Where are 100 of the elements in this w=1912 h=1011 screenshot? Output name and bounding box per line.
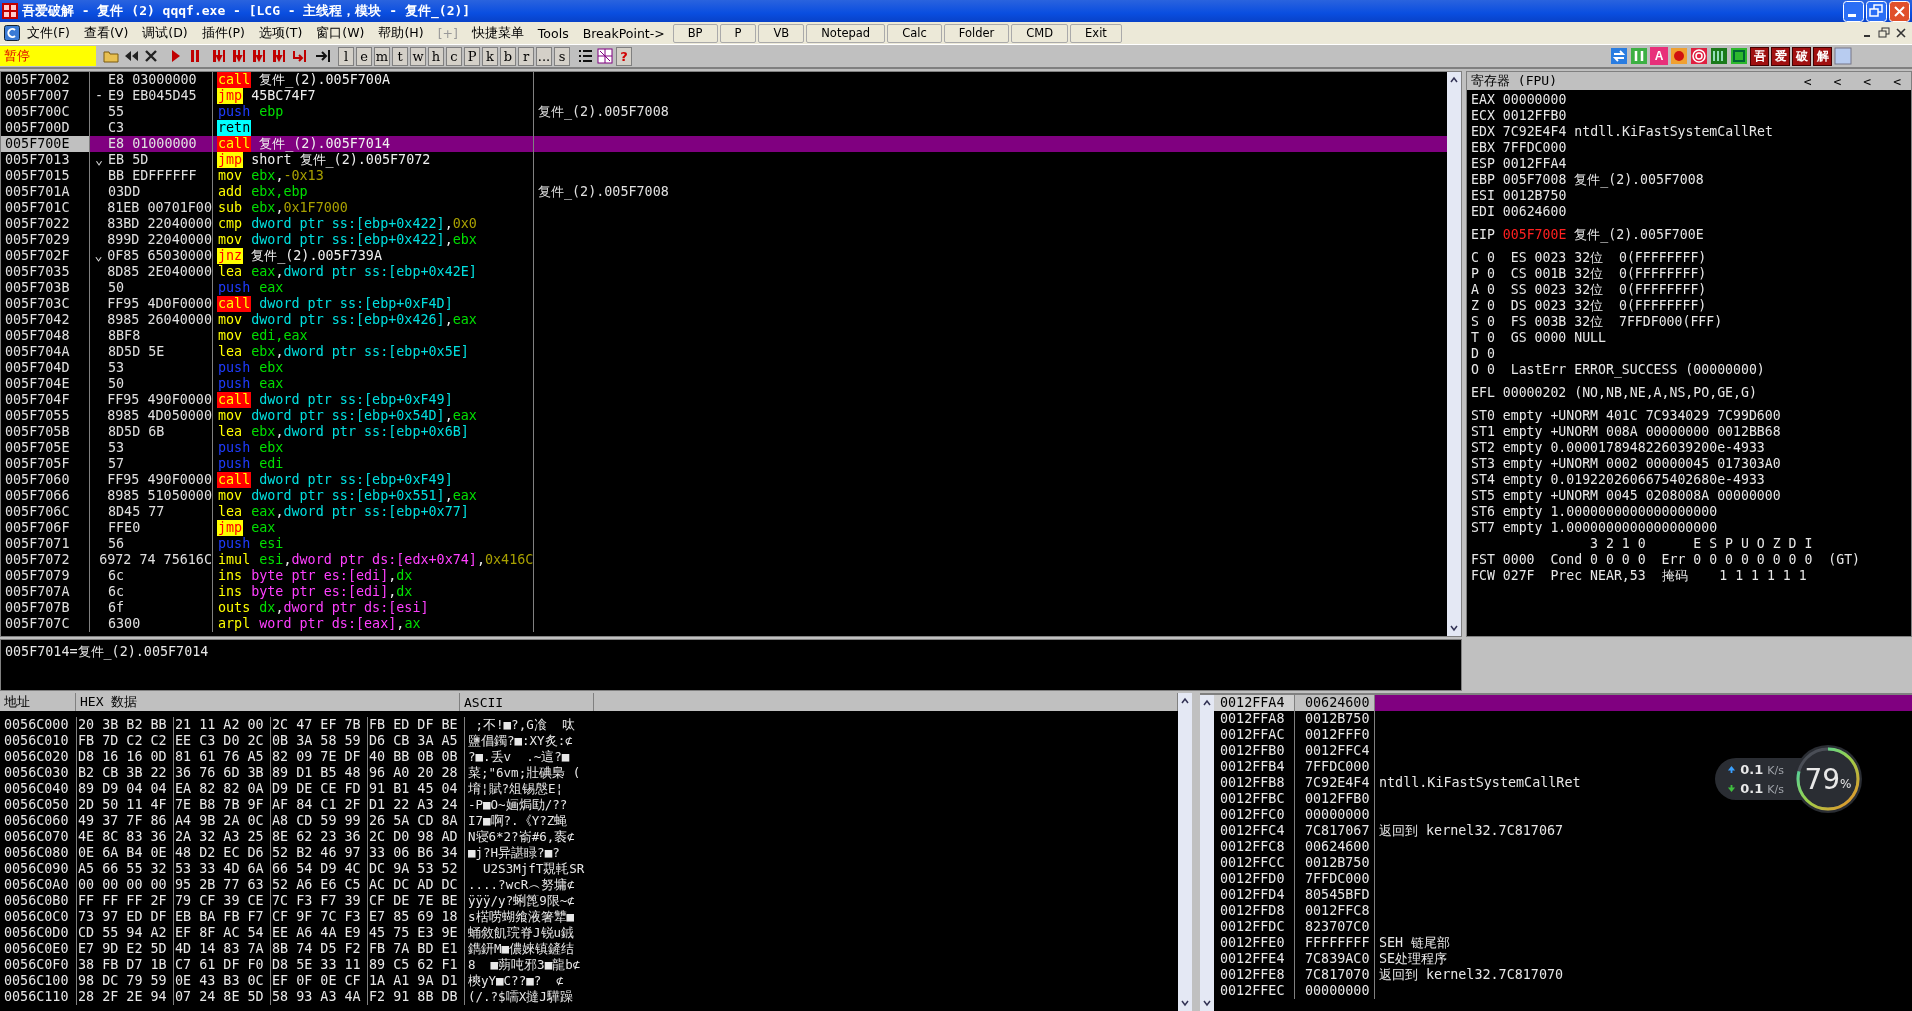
header-button[interactable]: <: [1829, 73, 1846, 89]
disassembly-row[interactable]: 005F7007 - E9 EB045D45 jmp 45BC74F7: [1, 88, 1447, 104]
register-value[interactable]: 0012B750: [1502, 188, 1567, 204]
disassembly-row[interactable]: 005F707A 6c ins byte ptr es:[edi],dx: [1, 584, 1447, 600]
menu-item[interactable]: 窗口(W): [309, 24, 372, 42]
disassembly-row[interactable]: 005F705B 8D5D 6B lea ebx,dword ptr ss:[ebp+0x6B]: [1, 424, 1447, 440]
stack-row[interactable]: 0012FFEC 00000000: [1214, 983, 1614, 999]
restore-icon[interactable]: [1866, 0, 1887, 22]
disassembly-row[interactable]: 005F7079 6c ins byte ptr es:[edi],dx: [1, 568, 1447, 584]
stack-row[interactable]: 0012FFDC 823707C0: [1214, 919, 1614, 935]
scrollbar[interactable]: [1200, 695, 1214, 1011]
toolbar-button[interactable]: k: [482, 46, 498, 66]
toolbar-button[interactable]: m: [374, 46, 390, 66]
toolbar-button[interactable]: l: [338, 46, 354, 66]
menu-item[interactable]: 选项(T): [251, 24, 310, 42]
register-value[interactable]: 7C92E4F4: [1502, 124, 1567, 140]
stack-row[interactable]: 0012FFC8 00624600: [1214, 839, 1614, 855]
register-value[interactable]: 00000000: [1502, 92, 1567, 108]
step-out-icon[interactable]: [290, 47, 308, 65]
toolbar-button[interactable]: b: [500, 46, 516, 66]
toolbar-button[interactable]: Calc: [887, 23, 942, 43]
toolbar-button[interactable]: h: [428, 46, 444, 66]
step-icon[interactable]: [250, 47, 268, 65]
disassembly-row[interactable]: 005F7015 BB EDFFFFFF mov ebx,-0x13: [1, 168, 1447, 184]
toolbar-button[interactable]: r: [518, 46, 534, 66]
disassembly-row[interactable]: 005F7060 FF95 490F0000 call dword ptr ss:[ebp+0xF49]: [1, 472, 1447, 488]
stack-row[interactable]: 0012FFE4 7C839AC0 SE处理程序: [1214, 951, 1614, 967]
stack-row[interactable]: 0012FFD0 7FFDC000: [1214, 871, 1614, 887]
toolbar-button[interactable]: Exit: [1070, 23, 1122, 43]
stack-row[interactable]: 0012FFCC 0012B750: [1214, 855, 1614, 871]
menu-item[interactable]: 快捷菜单: [464, 24, 531, 42]
disassembly-row[interactable]: 005F704D 53 push ebx: [1, 360, 1447, 376]
disassembly-row[interactable]: 005F701C 81EB 00701F00 sub ebx,0x1F7000: [1, 200, 1447, 216]
stack-row[interactable]: 0012FFC0 00000000: [1214, 807, 1614, 823]
step-icon[interactable]: [270, 47, 288, 65]
column-header[interactable]: HEX 数据: [76, 693, 460, 711]
disassembly-row[interactable]: 005F7042 8985 26040000 mov dword ptr ss:[ebp+0x426],eax: [1, 312, 1447, 328]
toolbar-button[interactable]: t: [392, 46, 408, 66]
disassembly-row[interactable]: 005F704F FF95 490F0000 call dword ptr ss:[ebp+0xF49]: [1, 392, 1447, 408]
stack-row[interactable]: 0012FFB0 0012FFC4: [1214, 743, 1614, 759]
disassembly-row[interactable]: 005F7013 ⌄ EB 5D jmp short 复件_(2).005F7072: [1, 152, 1447, 168]
help-button[interactable]: ?: [616, 46, 632, 66]
toolbar-button[interactable]: CMD: [1011, 23, 1069, 43]
stack-row[interactable]: 0012FFB4 7FFDC000: [1214, 759, 1614, 775]
toolbar-button[interactable]: 吾: [1750, 46, 1769, 66]
toolbar-button[interactable]: ...: [536, 46, 552, 66]
disassembly-row[interactable]: 005F704A 8D5D 5E lea ebx,dword ptr ss:[ebp+0x5E]: [1, 344, 1447, 360]
app-menu-icon[interactable]: [4, 25, 20, 41]
stack-row[interactable]: 0012FFB8 7C92E4F4 ntdll.KiFastSystemCallRet: [1214, 775, 1614, 791]
register-value[interactable]: 7FFDC000: [1502, 140, 1567, 156]
scrollbar[interactable]: [1178, 693, 1192, 1011]
menu-item[interactable]: Tools: [530, 25, 576, 41]
disassembly-row[interactable]: 005F7048 8BF8 mov edi,eax: [1, 328, 1447, 344]
disassembly-row[interactable]: 005F707C 6300 arpl word ptr ds:[eax],ax: [1, 616, 1447, 632]
toolbar-button[interactable]: w: [410, 46, 426, 66]
disassembly-row[interactable]: 005F700E E8 01000000 call 复件_(2).005F7014: [1, 136, 1447, 152]
toolbar-button[interactable]: BP: [672, 23, 718, 43]
column-header[interactable]: 地址: [0, 693, 76, 711]
disassembly-row[interactable]: 005F7022 83BD 22040000 cmp dword ptr ss:[ebp+0x422],0x0: [1, 216, 1447, 232]
toolbar-button[interactable]: c: [446, 46, 462, 66]
window-icon[interactable]: [1730, 47, 1748, 65]
menu-item[interactable]: 调试(D): [135, 24, 195, 42]
minimize-icon[interactable]: [1843, 0, 1864, 22]
stack-row[interactable]: 0012FFC4 7C817067 返回到 kernel32.7C817067: [1214, 823, 1614, 839]
stack-row[interactable]: 0012FFA8 0012B750: [1214, 711, 1614, 727]
disassembly-row[interactable]: 005F7035 8D85 2E040000 lea eax,dword ptr ss:[ebp+0x42E]: [1, 264, 1447, 280]
grid-icon[interactable]: [596, 47, 614, 65]
stack-row[interactable]: 0012FFBC 0012FFB0: [1214, 791, 1614, 807]
menu-item[interactable]: 文件(F): [20, 24, 77, 42]
header-button[interactable]: <: [1889, 73, 1905, 89]
header-button[interactable]: <: [1799, 73, 1816, 89]
menu-item[interactable]: 帮助(H): [371, 24, 431, 42]
toolbar-button[interactable]: Notepad: [806, 23, 886, 43]
toolbar-button[interactable]: VB: [758, 23, 805, 43]
stack-row[interactable]: 0012FFD4 80545BFD: [1214, 887, 1614, 903]
menu-item[interactable]: 查看(V): [76, 24, 136, 42]
disassembly-row[interactable]: 005F7071 56 push esi: [1, 536, 1447, 552]
close-icon[interactable]: [1894, 26, 1908, 40]
toolbar-button[interactable]: 解: [1813, 46, 1832, 66]
register-value[interactable]: 005F700E: [1502, 227, 1567, 243]
disassembly-row[interactable]: 005F7002 E8 03000000 call 复件_(2).005F700A: [1, 72, 1447, 88]
toolbar-button[interactable]: A: [1650, 47, 1668, 65]
bars-icon[interactable]: [1630, 47, 1648, 65]
disassembly-row[interactable]: 005F703C FF95 4D0F0000 call dword ptr ss:[ebp+0xF4D]: [1, 296, 1447, 312]
target-icon[interactable]: [1690, 47, 1708, 65]
toolbar-button[interactable]: Folder: [943, 23, 1010, 43]
binary-icon[interactable]: [1710, 47, 1728, 65]
disassembly-row[interactable]: 005F7066 8985 51050000 mov dword ptr ss:[ebp+0x551],eax: [1, 488, 1447, 504]
record-icon[interactable]: [1670, 47, 1688, 65]
register-value[interactable]: 005F7008: [1502, 172, 1567, 188]
disassembly-row[interactable]: 005F702F ⌄ 0F85 65030000 jnz 复件_(2).005F739A: [1, 248, 1447, 264]
disassembly-row[interactable]: 005F701A 03DD add ebx,ebp 复件_(2).005F7008: [1, 184, 1447, 200]
stack-row[interactable]: 0012FFA4 00624600: [1214, 695, 1912, 711]
stack-row[interactable]: 0012FFE0 FFFFFFFF SEH 链尾部: [1214, 935, 1614, 951]
toolbar-button[interactable]: e: [356, 46, 372, 66]
column-header[interactable]: ASCII: [460, 693, 594, 711]
toolbar-button[interactable]: P: [464, 46, 480, 66]
list-icon[interactable]: [576, 47, 594, 65]
arrow-to-bar-icon[interactable]: [314, 47, 332, 65]
swap-icon[interactable]: [1610, 47, 1628, 65]
